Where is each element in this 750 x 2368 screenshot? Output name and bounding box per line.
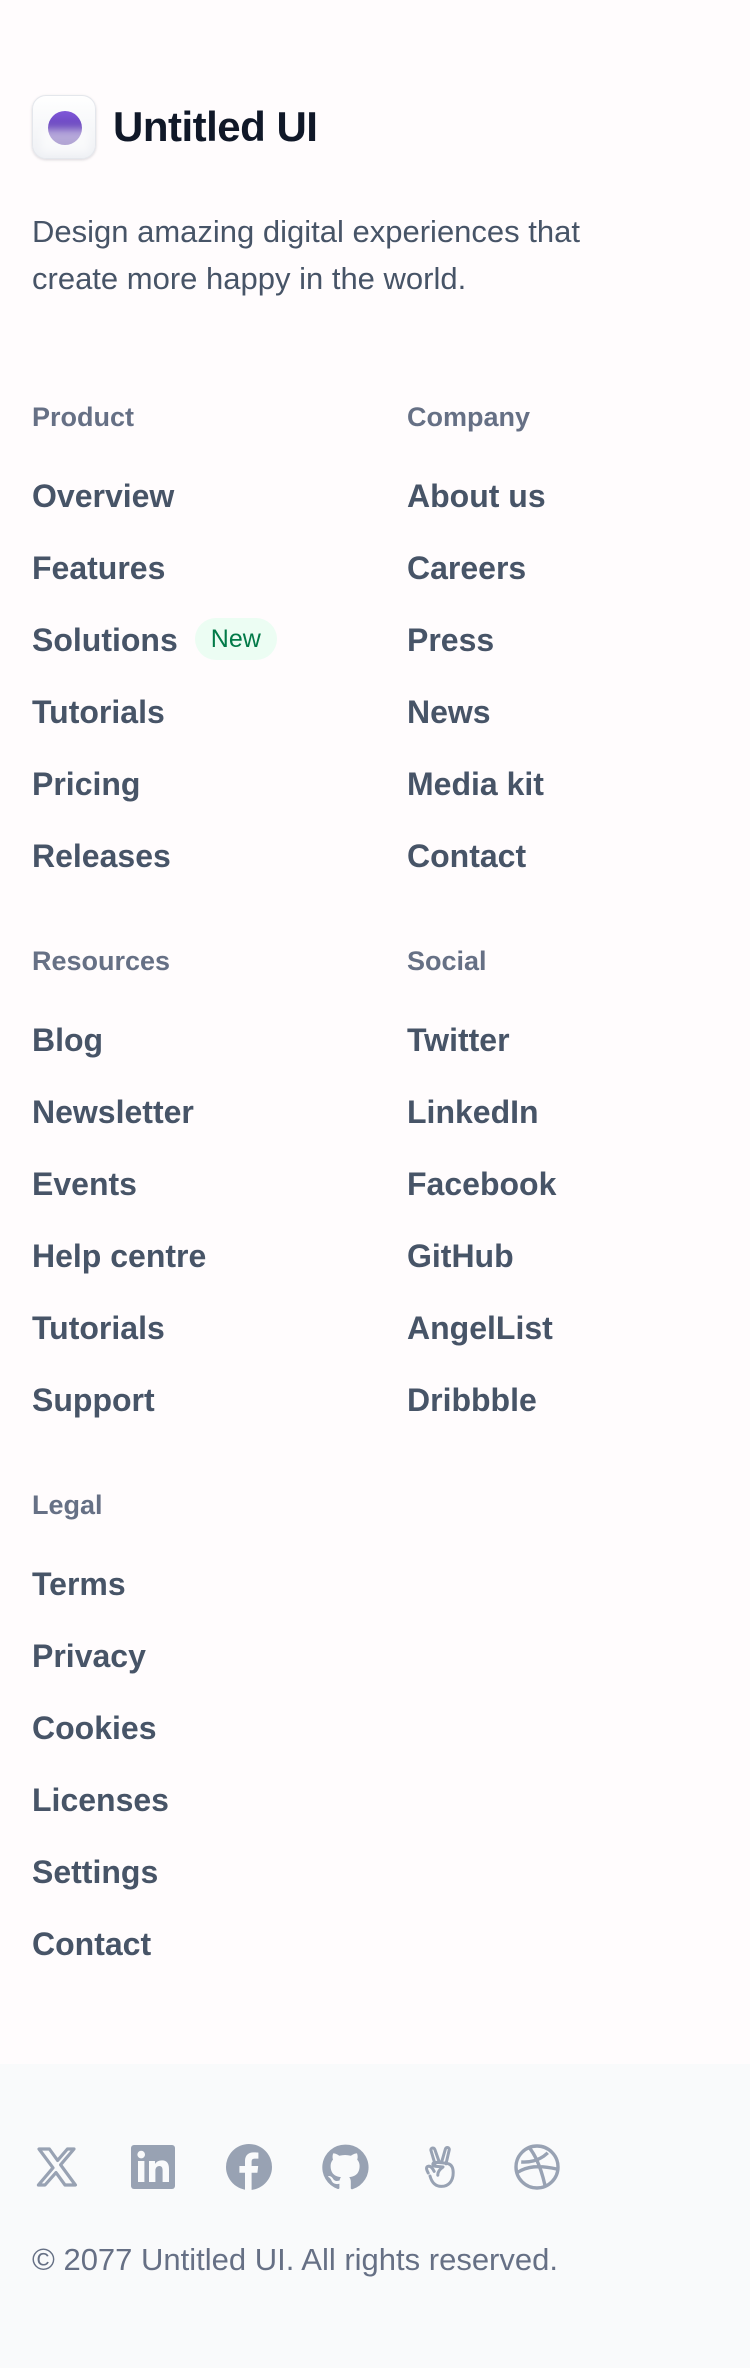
column-heading: Social <box>407 946 487 976</box>
facebook-icon[interactable] <box>224 2142 274 2192</box>
link-releases[interactable]: Releases <box>32 836 171 876</box>
footer-top: Untitled UI Design amazing digital exper… <box>0 0 750 2064</box>
link-cookies[interactable]: Cookies <box>32 1708 156 1748</box>
column-heading: Resources <box>32 946 171 976</box>
link-linkedin[interactable]: LinkedIn <box>407 1092 539 1132</box>
link-newsletter[interactable]: Newsletter <box>32 1092 194 1132</box>
angellist-icon[interactable] <box>416 2142 466 2192</box>
column-heading: Company <box>407 402 531 432</box>
link-dribbble[interactable]: Dribbble <box>407 1380 537 1420</box>
social-icons <box>32 2142 608 2192</box>
link-blog[interactable]: Blog <box>32 1020 103 1060</box>
dribbble-icon[interactable] <box>512 2142 562 2192</box>
link-settings[interactable]: Settings <box>32 1852 158 1892</box>
column-company: Company About us Careers Press News Medi… <box>407 402 747 908</box>
link-twitter[interactable]: Twitter <box>407 1020 510 1060</box>
linkedin-icon[interactable] <box>128 2142 178 2192</box>
link-angellist[interactable]: AngelList <box>407 1308 553 1348</box>
link-contact[interactable]: Contact <box>407 836 526 876</box>
copyright: © 2077 Untitled UI. All rights reserved. <box>32 2242 558 2277</box>
link-pricing[interactable]: Pricing <box>32 764 140 804</box>
column-product: Product Overview Features Solutions New T… <box>32 402 372 908</box>
link-support[interactable]: Support <box>32 1380 155 1420</box>
link-features[interactable]: Features <box>32 548 165 588</box>
link-tutorials[interactable]: Tutorials <box>32 692 165 732</box>
github-icon[interactable] <box>320 2142 370 2192</box>
link-media-kit[interactable]: Media kit <box>407 764 544 804</box>
link-terms[interactable]: Terms <box>32 1564 126 1604</box>
link-contact[interactable]: Contact <box>32 1924 151 1964</box>
link-help-centre[interactable]: Help centre <box>32 1236 206 1276</box>
link-events[interactable]: Events <box>32 1164 137 1204</box>
link-privacy[interactable]: Privacy <box>32 1636 146 1676</box>
footer-bottom: © 2077 Untitled UI. All rights reserved. <box>0 2064 750 2368</box>
link-news[interactable]: News <box>407 692 491 732</box>
column-heading: Product <box>32 402 135 432</box>
new-badge: New <box>194 618 277 660</box>
brand-name: Untitled UI <box>113 103 318 150</box>
link-overview[interactable]: Overview <box>32 476 174 516</box>
brand[interactable]: Untitled UI <box>32 95 318 159</box>
column-legal: Legal Terms Privacy Cookies Licenses Set… <box>32 1490 372 1996</box>
column-heading: Legal <box>32 1490 103 1520</box>
link-tutorials[interactable]: Tutorials <box>32 1308 165 1348</box>
link-careers[interactable]: Careers <box>407 548 526 588</box>
link-press[interactable]: Press <box>407 620 494 660</box>
column-resources: Resources Blog Newsletter Events Help ce… <box>32 946 372 1452</box>
link-licenses[interactable]: Licenses <box>32 1780 169 1820</box>
link-github[interactable]: GitHub <box>407 1236 514 1276</box>
logo-orb-icon <box>32 95 96 159</box>
column-social: Social Twitter LinkedIn Facebook GitHub … <box>407 946 747 1452</box>
link-solutions[interactable]: Solutions <box>32 620 178 660</box>
tagline: Design amazing digital experiences that … <box>32 214 580 296</box>
x-icon[interactable] <box>32 2142 82 2192</box>
link-about-us[interactable]: About us <box>407 476 546 516</box>
link-facebook[interactable]: Facebook <box>407 1164 556 1204</box>
